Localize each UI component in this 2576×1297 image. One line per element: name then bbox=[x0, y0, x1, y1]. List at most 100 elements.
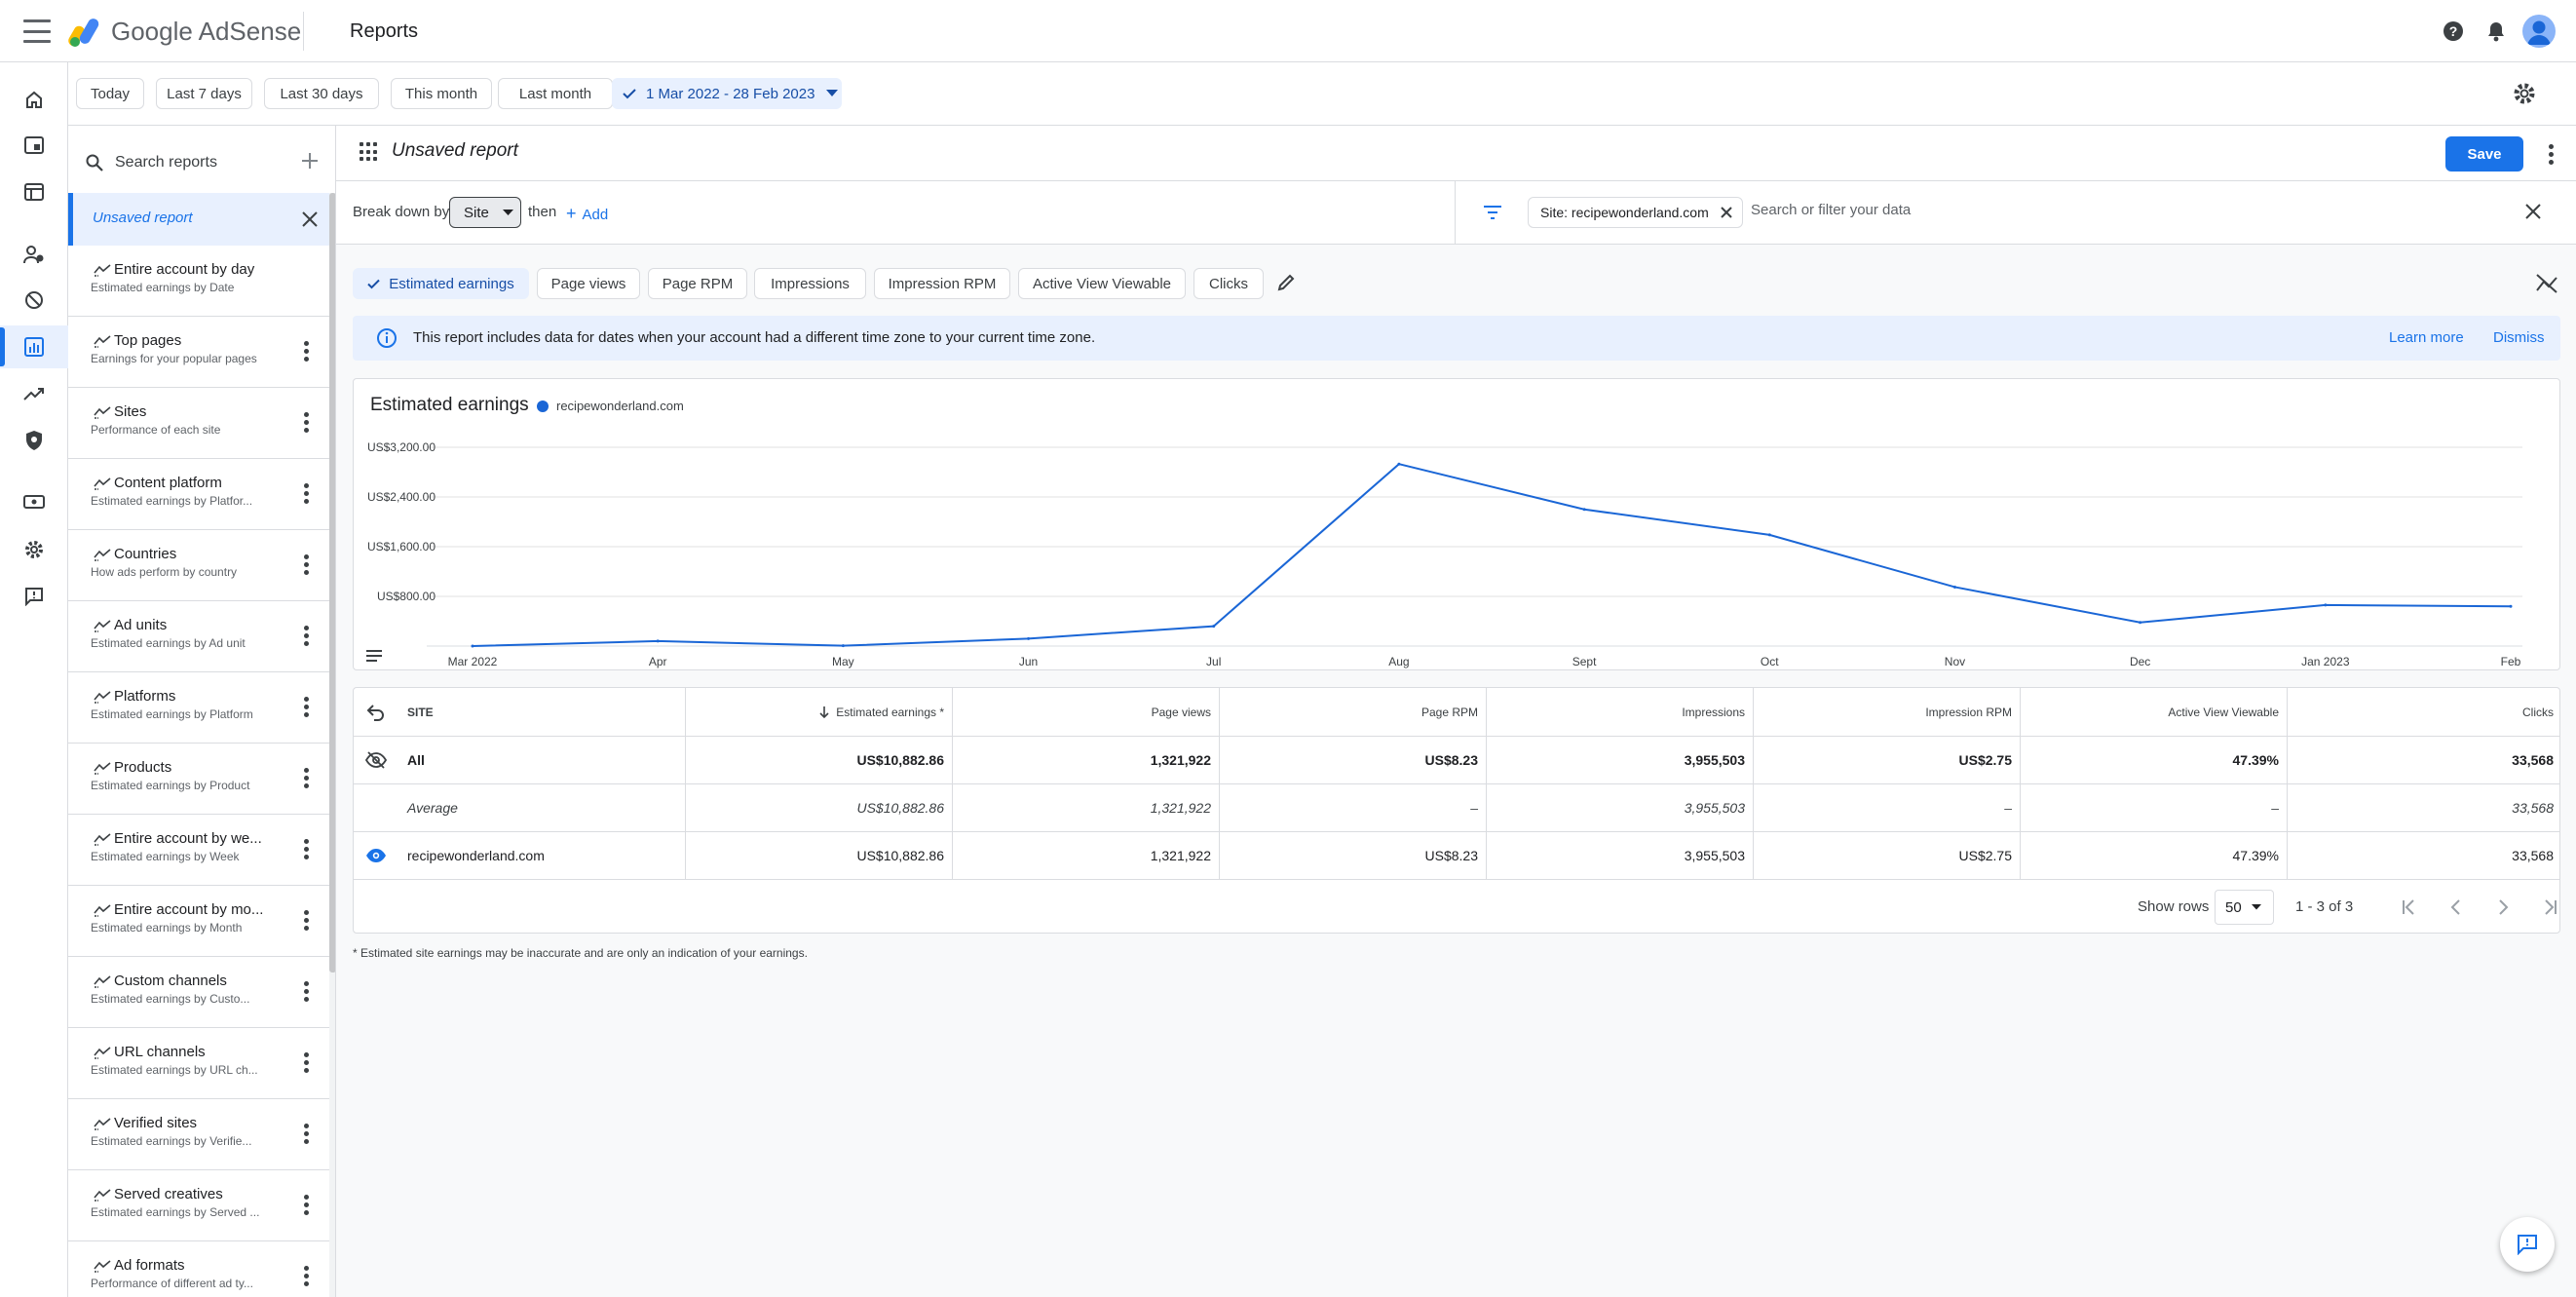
more-options-icon[interactable] bbox=[294, 1122, 318, 1145]
data-point[interactable] bbox=[656, 639, 660, 643]
more-options-icon[interactable] bbox=[294, 624, 318, 647]
remove-filter-icon[interactable] bbox=[1719, 205, 1734, 220]
metric-chip-page-views[interactable]: Page views bbox=[537, 268, 640, 299]
help-icon[interactable]: ? bbox=[2440, 18, 2467, 45]
previous-page-icon[interactable] bbox=[2444, 896, 2468, 919]
account-avatar[interactable] bbox=[2522, 15, 2556, 48]
sidebar-item-unsaved-report[interactable]: Unsaved report bbox=[68, 193, 329, 246]
metric-chip-estimated-earnings[interactable]: Estimated earnings bbox=[353, 268, 529, 299]
more-options-icon[interactable] bbox=[294, 410, 318, 434]
ads-icon[interactable] bbox=[0, 124, 68, 167]
reports-icon[interactable] bbox=[0, 325, 68, 368]
first-page-icon[interactable] bbox=[2398, 896, 2421, 919]
sidebar-report-item[interactable]: Sites Performance of each site bbox=[68, 388, 329, 459]
more-options-icon[interactable] bbox=[294, 1050, 318, 1074]
edit-metrics-icon[interactable] bbox=[1275, 272, 1297, 293]
col-header-impression-rpm[interactable]: Impression RPM bbox=[1753, 688, 2020, 736]
close-icon[interactable] bbox=[297, 207, 322, 232]
date-chip-last-month[interactable]: Last month bbox=[498, 78, 613, 109]
sidebar-scrollbar-thumb[interactable] bbox=[329, 193, 335, 973]
sidebar-report-item[interactable]: Countries How ads perform by country bbox=[68, 530, 329, 601]
filter-icon[interactable] bbox=[1482, 203, 1503, 222]
notifications-icon[interactable] bbox=[2482, 18, 2510, 45]
chart-legend-menu-icon[interactable] bbox=[365, 649, 383, 663]
data-point[interactable] bbox=[1212, 625, 1216, 629]
site-filter-chip[interactable]: Site: recipewonderland.com bbox=[1528, 197, 1743, 228]
metric-chip-active-view-viewable[interactable]: Active View Viewable bbox=[1018, 268, 1186, 299]
report-title[interactable]: Unsaved report bbox=[392, 140, 518, 162]
col-header-impressions[interactable]: Impressions bbox=[1486, 688, 1753, 736]
settings-gear-icon[interactable] bbox=[2511, 80, 2538, 107]
sidebar-report-item[interactable]: Top pages Earnings for your popular pages bbox=[68, 317, 329, 388]
data-point[interactable] bbox=[471, 644, 474, 648]
metric-chip-impression-rpm[interactable]: Impression RPM bbox=[874, 268, 1010, 299]
sidebar-report-item[interactable]: Entire account by we... Estimated earning… bbox=[68, 815, 329, 886]
optimization-icon[interactable] bbox=[0, 372, 68, 415]
date-chip-today[interactable]: Today bbox=[76, 78, 144, 109]
next-page-icon[interactable] bbox=[2491, 896, 2515, 919]
data-point[interactable] bbox=[1767, 533, 1771, 537]
sidebar-report-item[interactable]: Content platform Estimated earnings by Pl… bbox=[68, 459, 329, 530]
rows-per-page-select[interactable]: 50 bbox=[2215, 890, 2274, 925]
data-point[interactable] bbox=[1952, 585, 1956, 589]
date-chip-last-7-days[interactable]: Last 7 days bbox=[156, 78, 252, 109]
metric-chip-page-rpm[interactable]: Page RPM bbox=[648, 268, 747, 299]
data-point[interactable] bbox=[2324, 603, 2328, 607]
block-icon[interactable] bbox=[0, 279, 68, 322]
last-page-icon[interactable] bbox=[2538, 896, 2560, 919]
more-options-icon[interactable] bbox=[294, 553, 318, 576]
sidebar-report-item[interactable]: Entire account by mo... Estimated earning… bbox=[68, 886, 329, 957]
col-header-estimated-earnings[interactable]: Estimated earnings * bbox=[685, 688, 952, 736]
date-chip-this-month[interactable]: This month bbox=[391, 78, 492, 109]
sidebar-report-item[interactable]: Ad formats Performance of different ad ty… bbox=[68, 1241, 329, 1297]
more-options-icon[interactable] bbox=[294, 837, 318, 860]
sidebar-report-item[interactable]: Custom channels Estimated earnings by Cus… bbox=[68, 957, 329, 1028]
search-reports[interactable]: Search reports bbox=[86, 145, 320, 180]
col-header-active-view-viewable[interactable]: Active View Viewable bbox=[2020, 688, 2287, 736]
data-point[interactable] bbox=[1397, 462, 1401, 466]
menu-icon[interactable] bbox=[23, 19, 51, 43]
sidebar-report-item[interactable]: Served creatives Estimated earnings by Se… bbox=[68, 1170, 329, 1241]
data-point[interactable] bbox=[2139, 621, 2142, 625]
series-line[interactable] bbox=[472, 463, 2512, 647]
clear-filters-icon[interactable] bbox=[2522, 201, 2544, 222]
metric-chip-clicks[interactable]: Clicks bbox=[1193, 268, 1264, 299]
date-range-picker[interactable]: 1 Mar 2022 - 28 Feb 2023 bbox=[612, 78, 842, 109]
filter-search-input[interactable]: Search or filter your data bbox=[1751, 202, 1911, 218]
more-options-icon[interactable] bbox=[294, 1264, 318, 1287]
dismiss-button[interactable]: Dismiss bbox=[2493, 329, 2545, 346]
data-point[interactable] bbox=[2509, 604, 2513, 608]
metric-chip-impressions[interactable]: Impressions bbox=[754, 268, 866, 299]
sidebar-report-item[interactable]: Platforms Estimated earnings by Platform bbox=[68, 672, 329, 744]
sidebar-report-item[interactable]: Verified sites Estimated earnings by Veri… bbox=[68, 1099, 329, 1170]
breakdown-select[interactable]: Site bbox=[449, 197, 521, 228]
payments-icon[interactable] bbox=[0, 481, 68, 524]
data-point[interactable] bbox=[1582, 508, 1586, 512]
more-options-icon[interactable] bbox=[294, 979, 318, 1003]
more-options-icon[interactable] bbox=[2541, 141, 2560, 167]
chart-toggle-icon[interactable] bbox=[2535, 271, 2560, 296]
col-header-page-rpm[interactable]: Page RPM bbox=[1219, 688, 1486, 736]
apps-grid-icon[interactable] bbox=[360, 142, 379, 162]
add-breakdown-button[interactable]: + Add bbox=[566, 204, 608, 224]
settings-icon[interactable] bbox=[0, 528, 68, 571]
learn-more-link[interactable]: Learn more bbox=[2389, 329, 2464, 346]
sidebar-report-item[interactable]: Products Estimated earnings by Product bbox=[68, 744, 329, 815]
privacy-icon[interactable] bbox=[0, 419, 68, 462]
more-options-icon[interactable] bbox=[294, 481, 318, 505]
sidebar-report-item[interactable]: Entire account by day Estimated earnings … bbox=[68, 246, 329, 317]
more-options-icon[interactable] bbox=[294, 766, 318, 789]
sites-icon[interactable] bbox=[0, 171, 68, 213]
more-options-icon[interactable] bbox=[294, 1193, 318, 1216]
more-options-icon[interactable] bbox=[294, 695, 318, 718]
data-point[interactable] bbox=[1027, 636, 1031, 640]
more-options-icon[interactable] bbox=[294, 908, 318, 932]
add-report-icon[interactable] bbox=[296, 147, 323, 174]
col-header-clicks[interactable]: Clicks bbox=[2287, 688, 2559, 736]
more-options-icon[interactable] bbox=[294, 339, 318, 362]
users-icon[interactable] bbox=[0, 233, 68, 276]
data-point[interactable] bbox=[841, 644, 845, 648]
feedback-icon[interactable] bbox=[0, 575, 68, 618]
col-header-site[interactable]: SITE bbox=[354, 688, 685, 736]
feedback-chat-button[interactable] bbox=[2500, 1217, 2555, 1272]
